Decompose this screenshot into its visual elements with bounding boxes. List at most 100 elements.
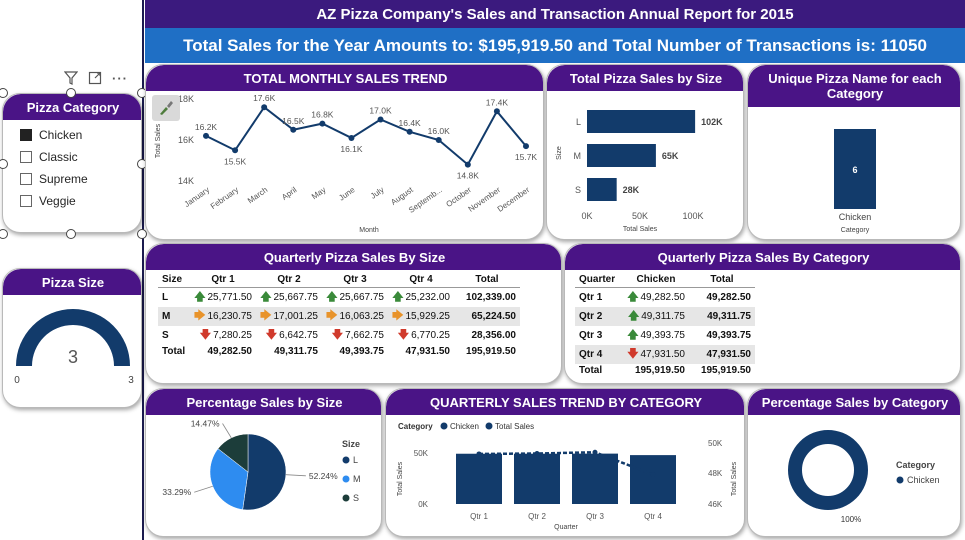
slicer-item-supreme[interactable]: Supreme <box>20 168 88 190</box>
unique-names-title: Unique Pizza Name for each Category <box>748 65 960 107</box>
table-cell: 🡆 15,929.25 <box>388 306 454 326</box>
monthly-point[interactable] <box>261 104 268 111</box>
size-bar-title: Total Pizza Sales by Size <box>547 65 743 91</box>
slicer-item-classic[interactable]: Classic <box>20 146 88 168</box>
monthly-point[interactable] <box>290 126 297 133</box>
table-header[interactable]: Size <box>158 272 190 288</box>
visual-header-icons: ··· <box>63 71 128 88</box>
monthly-data-label: 16.4K <box>399 118 422 128</box>
table-header[interactable]: Qtr 3 <box>322 272 388 288</box>
combo-bar-3[interactable] <box>572 453 618 504</box>
gauge-min: 0 <box>14 375 20 386</box>
monthly-point[interactable] <box>493 108 500 115</box>
format-brush-button[interactable] <box>152 95 180 121</box>
monthly-point[interactable] <box>232 147 239 154</box>
table-header[interactable]: Qtr 2 <box>256 272 322 288</box>
total-sales-point[interactable] <box>650 472 656 478</box>
total-cell: 195,919.50 <box>700 365 751 377</box>
slicer-item-veggie[interactable]: Veggie <box>20 190 88 212</box>
slicer-item-label: Veggie <box>39 194 76 208</box>
arrow-down-icon: 🡇 <box>265 328 278 341</box>
table-header[interactable]: Total <box>689 272 755 288</box>
monthly-point[interactable] <box>523 143 529 150</box>
table-header[interactable]: Qtr 1 <box>190 272 256 288</box>
monthly-data-label: 16.5K <box>282 116 305 126</box>
more-options-icon[interactable]: ··· <box>112 71 128 88</box>
combo-bar-2[interactable] <box>514 453 560 504</box>
checkbox[interactable] <box>20 151 32 163</box>
quarterly-category-table: Quarter Chicken Total Qtr 1 🡅 49,282.50 49,282… <box>575 272 755 378</box>
table-header[interactable]: Chicken <box>623 272 689 288</box>
quarterly-size-card: Quarterly Pizza Sales By Size Size Qtr 1Q… <box>145 243 562 384</box>
monthly-xtick: April <box>280 185 298 202</box>
size-bar-L[interactable] <box>587 110 696 133</box>
focus-mode-icon[interactable] <box>88 71 102 88</box>
quarterly-size-table-wrap: Size Qtr 1 Qtr 2 Qtr 3 Qtr 4 Total L 🡅 25,771.50… <box>158 272 520 359</box>
quarterly-category-card: Quarterly Pizza Sales By Category Quarte… <box>564 243 961 384</box>
table-row: Qtr 4 🡇 47,931.50 47,931.50 <box>575 344 755 364</box>
monthly-xlabel: Month <box>359 227 379 234</box>
size-bar-S[interactable] <box>587 178 617 201</box>
combo-bar-1[interactable] <box>456 453 502 504</box>
resize-handle[interactable] <box>66 88 76 98</box>
monthly-point[interactable] <box>203 132 209 139</box>
monthly-data-label: 16.0K <box>428 126 451 136</box>
donut-legend-title: Category <box>896 460 935 470</box>
monthly-xtick: February <box>209 185 240 211</box>
resize-handle[interactable] <box>66 229 76 239</box>
table-header[interactable]: Qtr 4 <box>388 272 454 288</box>
pie-slice-L[interactable] <box>242 433 287 511</box>
pie-legend-dot <box>342 456 350 464</box>
total-sales-point[interactable] <box>592 449 598 455</box>
table-header[interactable]: Quarter <box>575 272 623 288</box>
monthly-xtick: December <box>496 185 532 214</box>
combo-legend-title: Category <box>398 422 433 431</box>
monthly-ytick: 14K <box>178 176 194 186</box>
monthly-data-label: 17.4K <box>486 97 509 107</box>
slicer-item-label: Classic <box>39 150 78 164</box>
table-header[interactable]: Total <box>454 272 520 288</box>
size-bar-M[interactable] <box>587 144 656 167</box>
unique-names-chart: 6 Chicken Category <box>834 129 876 234</box>
monthly-ytick: 18K <box>178 94 194 104</box>
size-bar-label: 102K <box>701 117 723 127</box>
table-total-row: Total 195,919.50 195,919.50 <box>575 364 755 379</box>
size-bar-chart: Size Total Sales 0K 50K 100K L 102K M 65K S 2… <box>556 110 723 233</box>
slicer-item-chicken[interactable]: Chicken <box>20 124 88 146</box>
arrow-down-icon: 🡇 <box>199 328 212 341</box>
row-label: Qtr 3 <box>579 329 603 341</box>
monthly-xtick: January <box>183 185 211 209</box>
arrow-down-icon: 🡇 <box>627 347 639 360</box>
combo-bar-4[interactable] <box>630 455 676 504</box>
unique-names-value: 6 <box>852 165 857 175</box>
row-total: 65,224.50 <box>454 306 520 326</box>
monthly-data-label: 15.5K <box>224 156 247 166</box>
monthly-point[interactable] <box>435 137 442 143</box>
monthly-point[interactable] <box>319 120 326 127</box>
pie-data-label: 14.47% <box>191 418 220 428</box>
total-cell: 49,393.75 <box>339 346 385 358</box>
pct-size-pie: Size 52.24% 33.29% 14.47% LMS <box>162 418 361 511</box>
monthly-xtick: July <box>369 185 386 201</box>
monthly-point[interactable] <box>348 134 355 141</box>
row-label: Qtr 4 <box>575 344 623 364</box>
monthly-data-label: 17.0K <box>369 106 392 116</box>
monthly-data-label: 15.7K <box>515 152 538 162</box>
checkbox[interactable] <box>20 195 32 207</box>
table-cell: 🡅 49,393.75 <box>627 328 685 341</box>
total-sales-point[interactable] <box>534 450 540 456</box>
table-cell: 🡇 6,770.25 <box>397 328 450 341</box>
arrow-up-icon: 🡅 <box>627 290 639 303</box>
quarterly-trend-card: QUARTERLY SALES TREND BY CATEGORY Catego… <box>385 388 745 537</box>
monthly-point[interactable] <box>377 116 384 123</box>
total-sales-point[interactable] <box>476 451 482 457</box>
monthly-point[interactable] <box>464 161 471 168</box>
monthly-point[interactable] <box>406 128 413 135</box>
combo-xtick: Qtr 1 <box>470 512 488 521</box>
checkbox[interactable] <box>20 173 32 185</box>
checkbox[interactable] <box>20 129 32 141</box>
filter-icon[interactable] <box>63 71 79 88</box>
row-label: S <box>162 329 169 341</box>
row-total: 49,393.75 <box>706 329 752 341</box>
table-cell: 🡆 17,001.25 <box>256 306 322 326</box>
